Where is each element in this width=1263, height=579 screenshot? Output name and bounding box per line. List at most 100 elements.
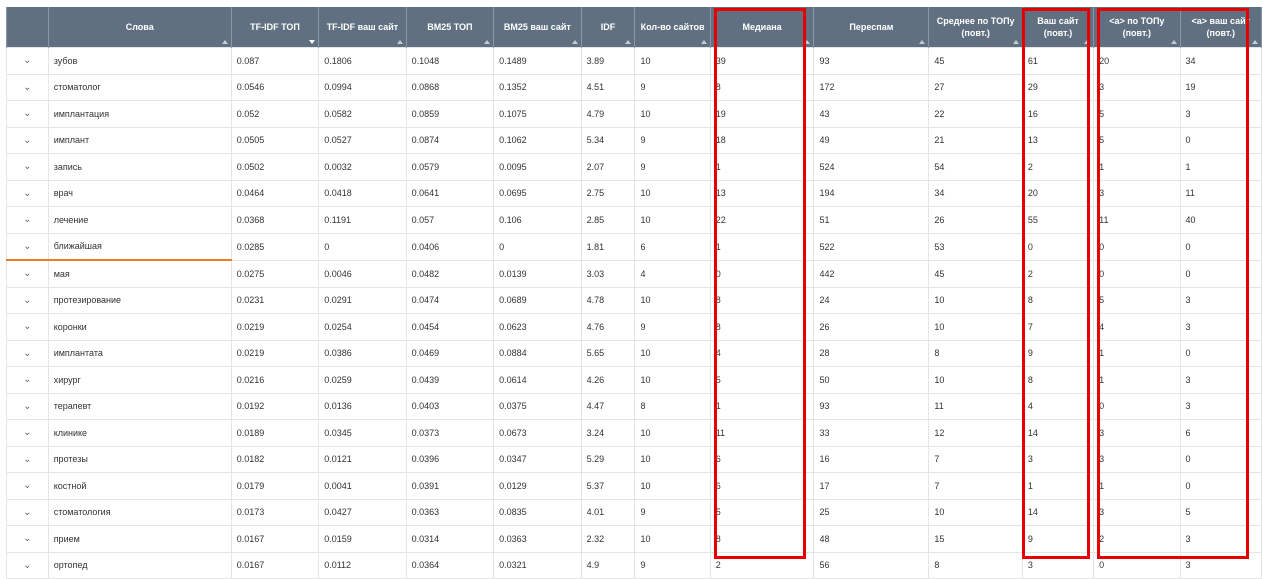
sort-icon[interactable] [571, 40, 578, 44]
table-row[interactable]: ⌄ стоматолог 0.0546 0.0994 0.0868 0.1352 4.51 9… [6, 73, 1263, 101]
expand-row-icon[interactable]: ⌄ [6, 206, 49, 234]
sort-icon[interactable] [625, 40, 632, 44]
table-row[interactable]: ⌄ зубов 0.087 0.1806 0.1048 0.1489 3.89 10 39 93 4… [6, 47, 1263, 75]
cell-a-top: 5 [1093, 100, 1181, 128]
sort-icon[interactable] [396, 40, 403, 44]
col-header-median[interactable]: Медиана [709, 7, 815, 48]
cell-sites: 9 [634, 153, 711, 181]
expand-row-icon[interactable]: ⌄ [6, 286, 49, 314]
table-row[interactable]: ⌄ терапевт 0.0192 0.0136 0.0403 0.0375 4.47 8 1 9… [6, 392, 1263, 420]
col-header-word[interactable]: Слова [47, 7, 232, 48]
table-row[interactable]: ⌄ врач 0.0464 0.0418 0.0641 0.0695 2.75 10 13 194… [6, 179, 1263, 207]
cell-your-site: 9 [1021, 339, 1095, 367]
cell-word: клинике [47, 419, 232, 447]
col-header-tfidf-top[interactable]: TF-IDF ТОП [230, 7, 320, 48]
expand-row-icon[interactable]: ⌄ [6, 47, 49, 75]
expand-row-icon[interactable]: ⌄ [6, 126, 49, 154]
cell-a-site: 6 [1179, 419, 1263, 447]
cell-median: 5 [709, 366, 815, 394]
cell-median: 4 [709, 339, 815, 367]
sort-icon[interactable] [1084, 40, 1091, 44]
cell-spam: 28 [813, 339, 930, 367]
cell-a-site: 0 [1179, 472, 1263, 500]
col-header-bm25-top[interactable]: BM25 ТОП [405, 7, 495, 48]
cell-idf: 3.03 [580, 259, 636, 288]
expand-row-icon[interactable]: ⌄ [6, 498, 49, 526]
expand-row-icon[interactable]: ⌄ [6, 472, 49, 500]
table-row[interactable]: ⌄ хирург 0.0216 0.0259 0.0439 0.0614 4.26 10 5 50… [6, 366, 1263, 394]
cell-a-site: 3 [1179, 286, 1263, 314]
sort-icon[interactable] [1252, 40, 1258, 44]
cell-bm25-site: 0.0347 [493, 445, 582, 473]
expand-row-icon[interactable]: ⌄ [6, 419, 49, 447]
col-header-sites[interactable]: Кол-во сайтов [634, 7, 711, 48]
cell-sites: 9 [634, 498, 711, 526]
table-row[interactable]: ⌄ мая 0.0275 0.0046 0.0482 0.0139 3.03 4 0 442 45 2… [6, 259, 1263, 288]
cell-idf: 5.34 [580, 126, 636, 154]
cell-idf: 1.81 [580, 232, 636, 261]
cell-bm25-site: 0.0623 [493, 313, 582, 341]
col-header-avg-top[interactable]: Среднее по ТОПу (повт.) [928, 7, 1023, 48]
table-row[interactable]: ⌄ ближайшая 0.0285 0 0.0406 0 1.81 6 1 522 53 0 0 0 [6, 232, 1263, 261]
table-row[interactable]: ⌄ костной 0.0179 0.0041 0.0391 0.0129 5.37 10 6 1… [6, 472, 1263, 500]
expand-row-icon[interactable]: ⌄ [6, 153, 49, 181]
sort-icon[interactable] [484, 40, 491, 44]
expand-row-icon[interactable]: ⌄ [6, 445, 49, 473]
cell-bm25-site: 0.0884 [493, 339, 582, 367]
sort-icon[interactable] [804, 40, 811, 44]
cell-avg-top: 45 [928, 259, 1023, 288]
cell-tfidf-top: 0.0216 [230, 366, 320, 394]
cell-tfidf-site: 0.0994 [318, 73, 407, 101]
table-row[interactable]: ⌄ имплантата 0.0219 0.0386 0.0469 0.0884 5.65 1… [6, 339, 1263, 367]
cell-sites: 10 [634, 366, 711, 394]
table-row[interactable]: ⌄ коронки 0.0219 0.0254 0.0454 0.0623 4.76 9 8 26… [6, 313, 1263, 341]
cell-tfidf-top: 0.0231 [230, 286, 320, 314]
expand-row-icon[interactable]: ⌄ [6, 73, 49, 101]
expand-row-icon[interactable]: ⌄ [6, 100, 49, 128]
cell-bm25-site: 0.0375 [493, 392, 582, 420]
cell-your-site: 3 [1021, 551, 1095, 579]
expand-row-icon[interactable]: ⌄ [6, 259, 49, 288]
col-header-tfidf-site[interactable]: TF-IDF ваш сайт [318, 7, 407, 48]
sort-icon[interactable] [1012, 40, 1019, 44]
expand-row-icon[interactable]: ⌄ [6, 392, 49, 420]
sort-icon[interactable] [919, 40, 926, 44]
expand-row-icon[interactable]: ⌄ [6, 525, 49, 553]
expand-row-icon[interactable]: ⌄ [6, 179, 49, 207]
sort-icon[interactable] [1170, 40, 1177, 44]
table-row[interactable]: ⌄ имплант 0.0505 0.0527 0.0874 0.1062 5.34 9 18 4… [6, 126, 1263, 154]
col-header-your-site[interactable]: Ваш сайт (повт.) [1021, 7, 1095, 48]
sort-icon[interactable] [700, 40, 707, 44]
cell-spam: 49 [813, 126, 930, 154]
table-row[interactable]: ⌄ ортопед 0.0167 0.0112 0.0364 0.0321 4.9 9 2 56 8… [6, 551, 1263, 579]
col-header-bm25-site[interactable]: BM25 ваш сайт [493, 7, 582, 48]
col-header-a-site[interactable]: <a> ваш сайт (повт.) [1179, 7, 1263, 48]
col-header-a-top[interactable]: <a> по ТОПу (повт.) [1093, 7, 1181, 48]
expand-row-icon[interactable]: ⌄ [6, 551, 49, 579]
expand-row-icon[interactable]: ⌄ [6, 232, 49, 261]
table-row[interactable]: ⌄ лечение 0.0368 0.1191 0.057 0.106 2.85 10 22 51… [6, 206, 1263, 234]
expand-row-icon[interactable]: ⌄ [6, 339, 49, 367]
expand-row-icon[interactable]: ⌄ [6, 313, 49, 341]
col-header-idf[interactable]: IDF [580, 7, 636, 48]
table-row[interactable]: ⌄ прием 0.0167 0.0159 0.0314 0.0363 2.32 10 8 48 1… [6, 525, 1263, 553]
cell-tfidf-top: 0.0179 [230, 472, 320, 500]
table-row[interactable]: ⌄ протезирование 0.0231 0.0291 0.0474 0.0689 4… [6, 286, 1263, 314]
cell-a-site: 3 [1179, 525, 1263, 553]
table-row[interactable]: ⌄ имплантация 0.052 0.0582 0.0859 0.1075 4.79 1… [6, 100, 1263, 128]
cell-bm25-top: 0.0859 [405, 100, 495, 128]
table-row[interactable]: ⌄ запись 0.0502 0.0032 0.0579 0.0095 2.07 9 1 524… [6, 153, 1263, 181]
sort-desc-icon[interactable] [309, 40, 316, 44]
table-row[interactable]: ⌄ протезы 0.0182 0.0121 0.0396 0.0347 5.29 10 6 1… [6, 445, 1263, 473]
sort-icon[interactable] [221, 40, 228, 44]
cell-your-site: 1 [1021, 472, 1095, 500]
cell-bm25-top: 0.0874 [405, 126, 495, 154]
cell-tfidf-site: 0.1191 [318, 206, 407, 234]
cell-a-top: 3 [1093, 498, 1181, 526]
table-row[interactable]: ⌄ клинике 0.0189 0.0345 0.0373 0.0673 3.24 10 11… [6, 419, 1263, 447]
table-row[interactable]: ⌄ стоматология 0.0173 0.0427 0.0363 0.0835 4.0… [6, 498, 1263, 526]
expand-row-icon[interactable]: ⌄ [6, 366, 49, 394]
cell-sites: 4 [634, 259, 711, 288]
col-header-spam[interactable]: Переспам [813, 7, 930, 48]
words-table: Слова TF-IDF ТОП TF-IDF ваш сайт BM25 ТО… [6, 7, 1263, 579]
